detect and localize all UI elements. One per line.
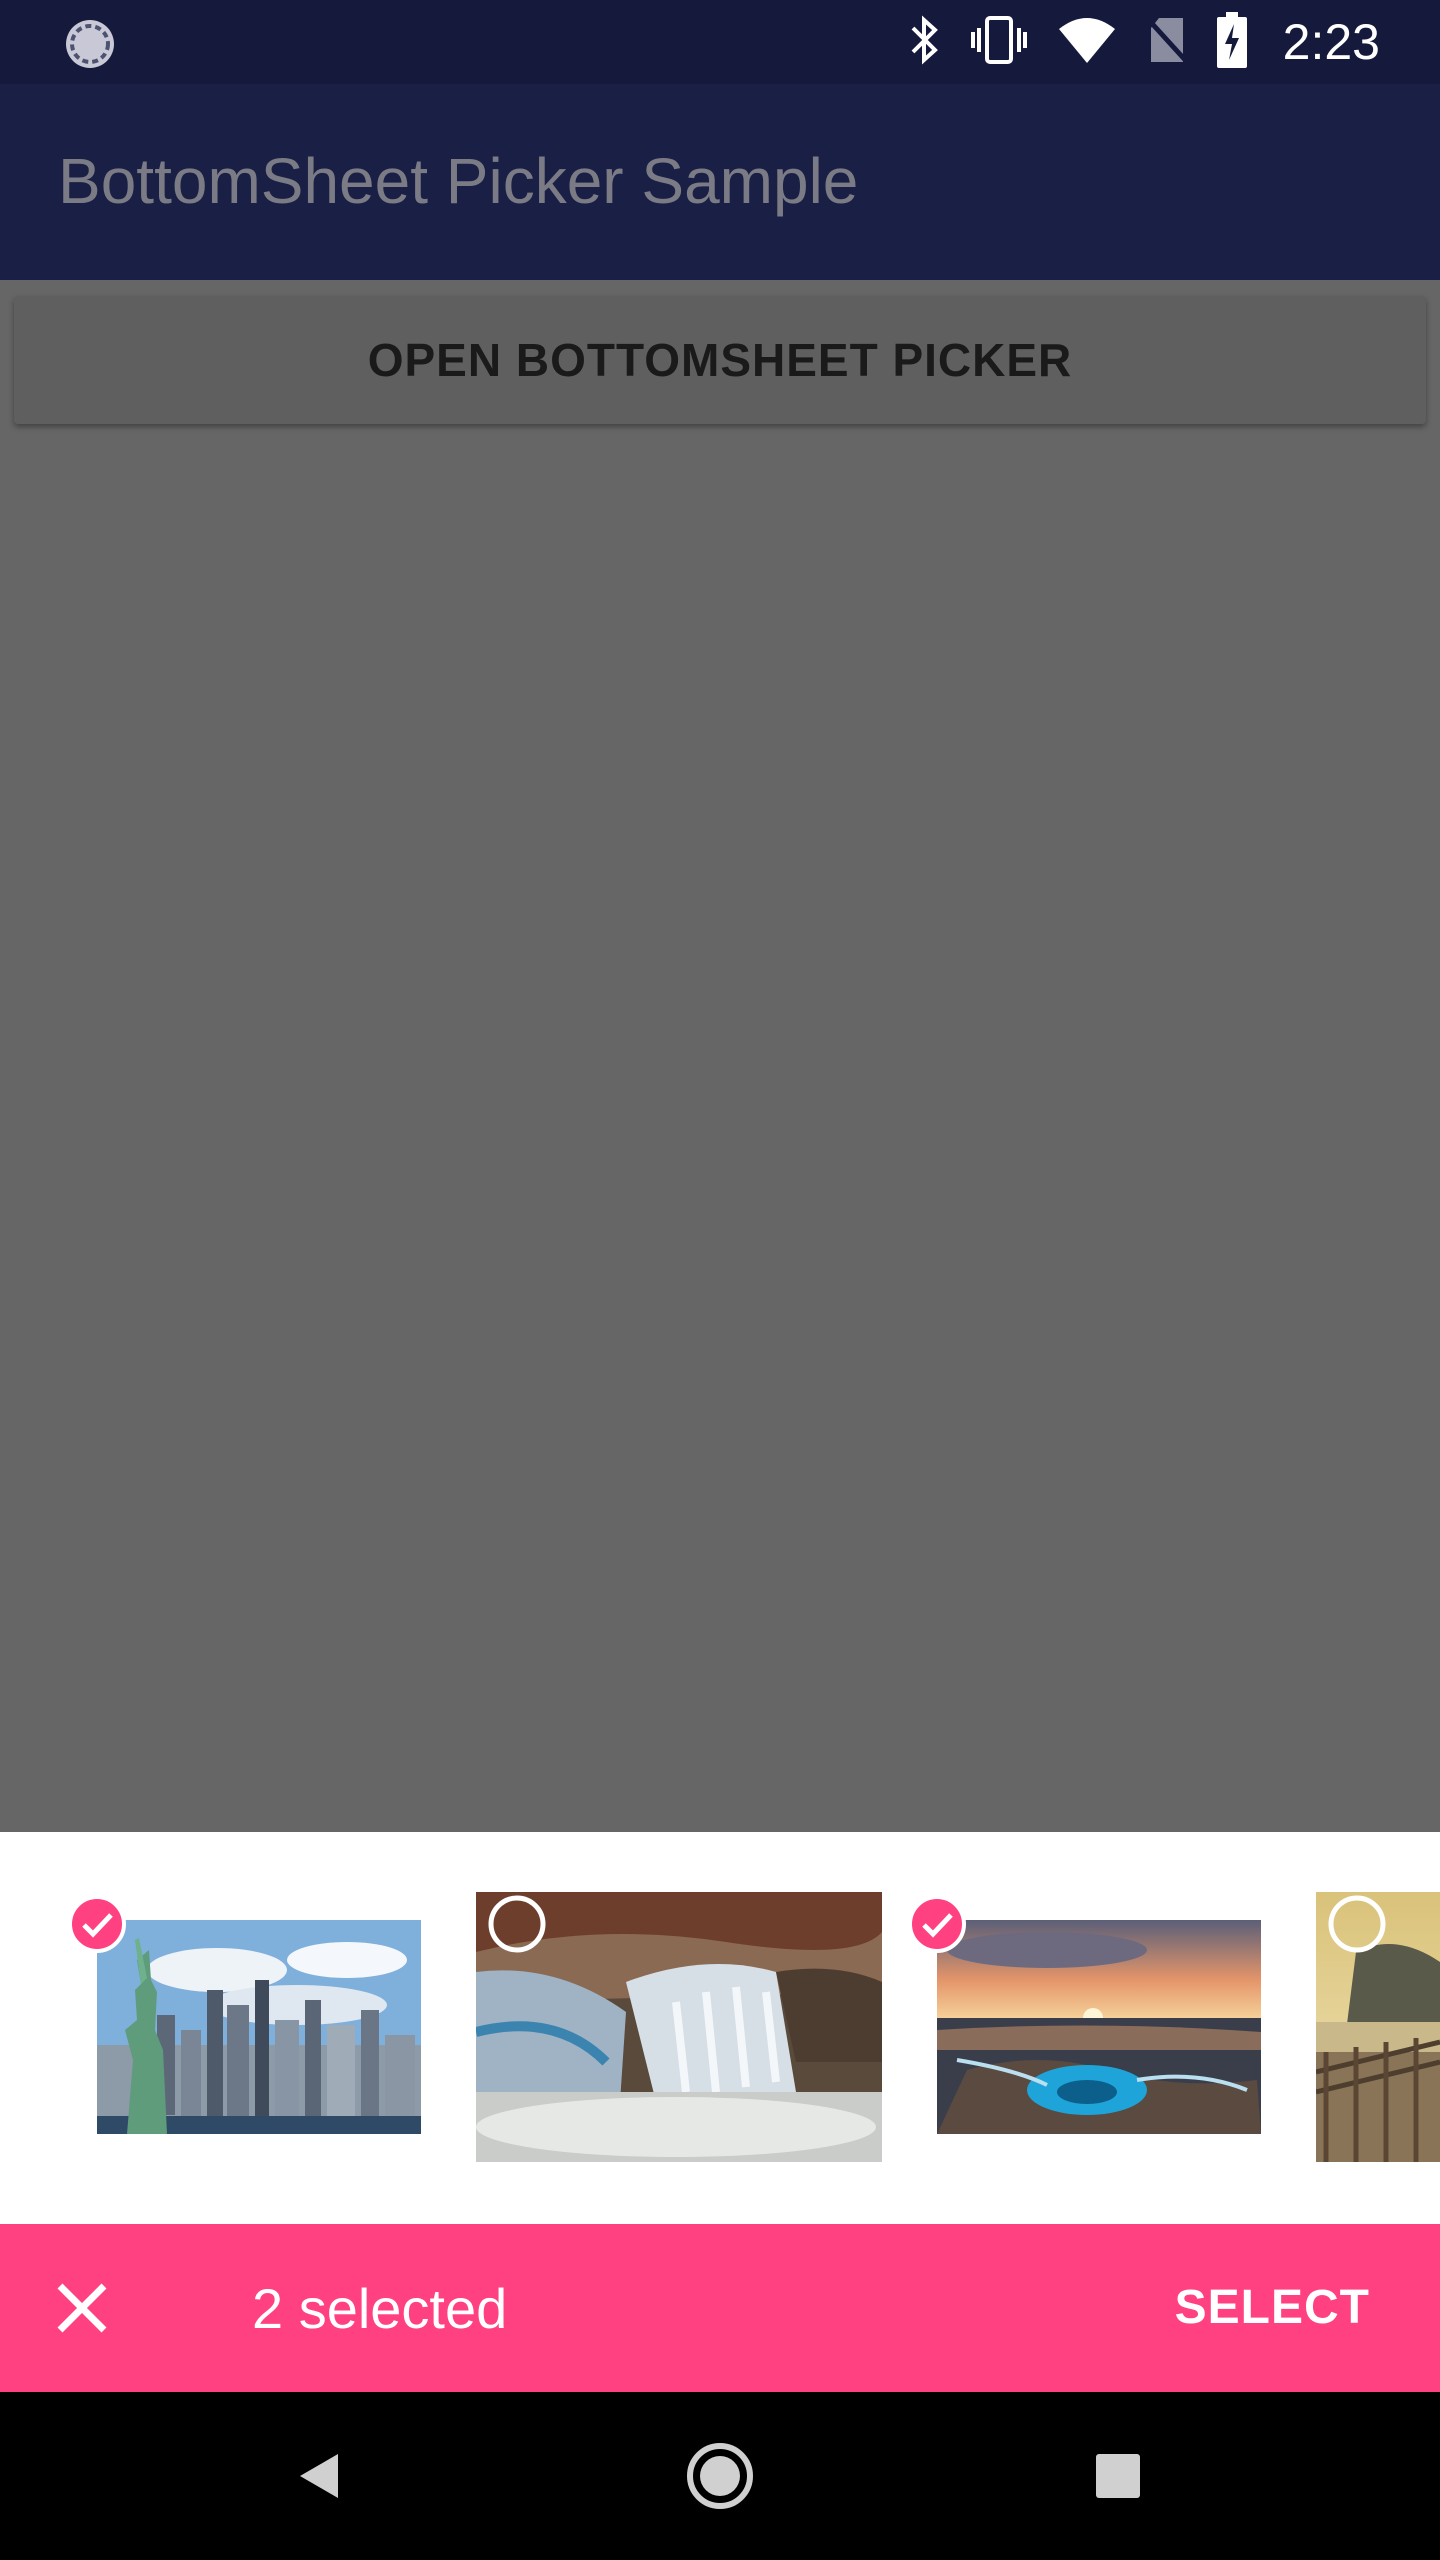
clock: 2:23 xyxy=(1282,14,1380,70)
open-bottomsheet-picker-button[interactable]: OPEN BOTTOMSHEET PICKER xyxy=(14,296,1426,424)
vibrate-icon xyxy=(969,14,1029,71)
selected-count-label: 2 selected xyxy=(252,2277,508,2340)
no-sim-icon xyxy=(1144,14,1189,71)
battery-charging-icon xyxy=(1216,11,1247,73)
select-button[interactable]: SELECT xyxy=(1175,2280,1370,2335)
image-thumbnail-statue-of-liberty[interactable] xyxy=(97,1920,421,2134)
close-icon[interactable] xyxy=(50,2276,114,2340)
home-icon[interactable] xyxy=(680,2436,760,2516)
bluetooth-icon xyxy=(909,14,941,71)
recents-icon[interactable] xyxy=(1078,2436,1158,2516)
app-title: BottomSheet Picker Sample xyxy=(58,145,859,217)
wifi-icon xyxy=(1057,15,1117,70)
app-bar: BottomSheet Picker Sample xyxy=(0,84,1440,280)
system-navigation-bar xyxy=(0,2392,1440,2560)
status-bar: 2:23 xyxy=(0,0,1440,84)
back-icon[interactable] xyxy=(282,2436,362,2516)
unselected-circle-icon[interactable] xyxy=(487,1894,547,1954)
sync-icon xyxy=(64,18,116,70)
bottom-sheet-picker xyxy=(0,1832,1440,2224)
unselected-circle-icon[interactable] xyxy=(1327,1894,1387,1954)
image-thumbnail-sunset-shore[interactable] xyxy=(937,1920,1261,2134)
checkmark-icon[interactable] xyxy=(907,1894,967,1954)
checkmark-icon[interactable] xyxy=(67,1894,127,1954)
content-scrim[interactable]: OPEN BOTTOMSHEET PICKER xyxy=(0,280,1440,1832)
selection-action-bar: 2 selected SELECT xyxy=(0,2224,1440,2392)
